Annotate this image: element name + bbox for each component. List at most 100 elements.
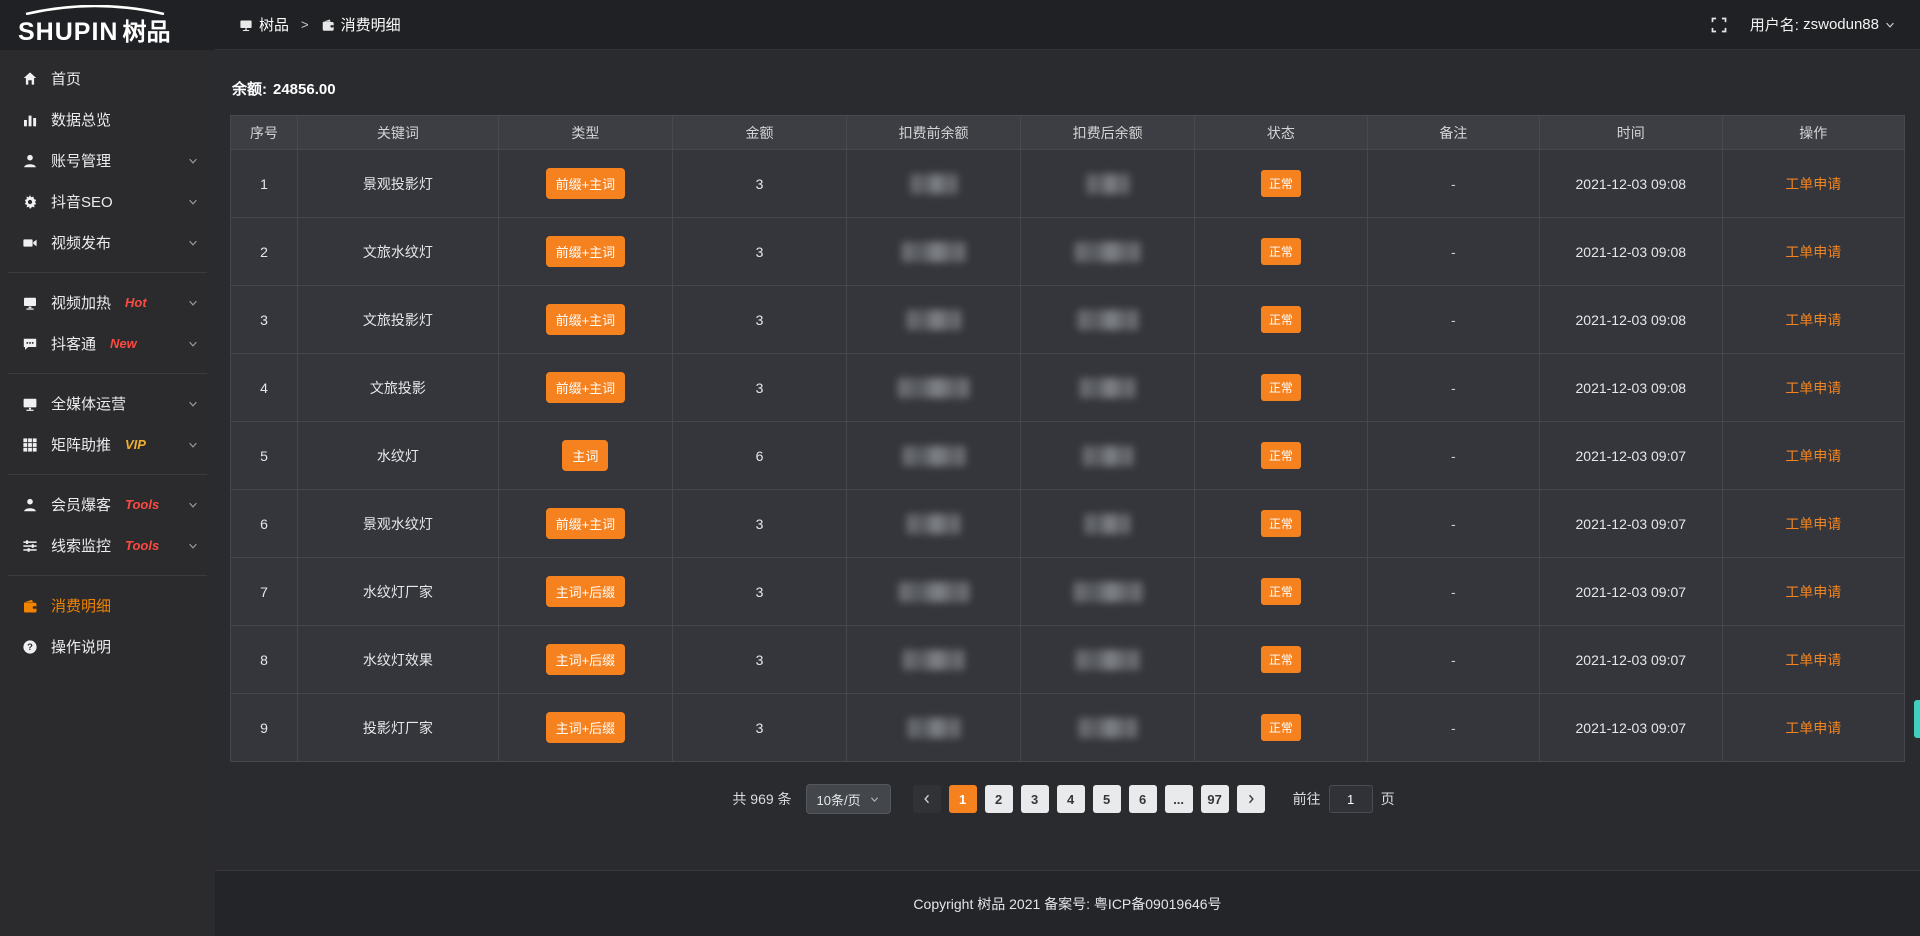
cell-status: 正常 — [1195, 422, 1367, 490]
sidebar-item-label: 账号管理 — [51, 150, 111, 171]
cell-pre-balance — [847, 286, 1021, 354]
type-badge: 前缀+主词 — [546, 236, 626, 267]
cell-type: 主词+后缀 — [498, 626, 672, 694]
floating-widget[interactable] — [1914, 700, 1920, 738]
main-content: 余额:24856.00 序号关键词类型金额扣费前余额扣费后余额状态备注时间操作 … — [215, 50, 1920, 870]
sidebar-item-lead-monitoring[interactable]: 线索监控Tools — [0, 525, 215, 566]
sidebar-item-home[interactable]: 首页 — [0, 58, 215, 99]
column-header: 金额 — [672, 116, 846, 150]
table-row: 1景观投影灯前缀+主词3正常-2021-12-03 09:08工单申请 — [231, 150, 1905, 218]
page-size-select[interactable]: 10条/页 — [806, 784, 891, 814]
cell-status: 正常 — [1195, 694, 1367, 762]
masked-value — [1087, 174, 1129, 194]
sidebar-item-badge: Tools — [125, 497, 159, 512]
sidebar-item-label: 首页 — [51, 68, 81, 89]
cell-time: 2021-12-03 09:07 — [1540, 490, 1722, 558]
cell-post-balance — [1021, 354, 1195, 422]
masked-value — [902, 242, 965, 262]
column-header: 时间 — [1540, 116, 1722, 150]
breadcrumb-item-consumption-details[interactable]: 消费明细 — [321, 14, 401, 35]
column-header: 备注 — [1367, 116, 1539, 150]
sidebar-item-video-heating[interactable]: 视频加热Hot — [0, 282, 215, 323]
page-button-4[interactable]: 4 — [1057, 785, 1085, 813]
work-order-link[interactable]: 工单申请 — [1785, 516, 1841, 532]
sidebar-item-label: 矩阵助推 — [51, 434, 111, 455]
work-order-link[interactable]: 工单申请 — [1785, 584, 1841, 600]
app-logo: SHUPIN树品 — [0, 0, 215, 50]
cell-type: 前缀+主词 — [498, 490, 672, 558]
work-order-link[interactable]: 工单申请 — [1785, 652, 1841, 668]
breadcrumb: 树品 > 消费明细 — [239, 14, 401, 35]
page-button-2[interactable]: 2 — [985, 785, 1013, 813]
page-button-6[interactable]: 6 — [1129, 785, 1157, 813]
pagination-ellipsis[interactable]: ... — [1165, 785, 1193, 813]
page-button-1[interactable]: 1 — [949, 785, 977, 813]
chevron-down-icon — [187, 196, 199, 208]
svg-text:?: ? — [27, 642, 33, 653]
breadcrumb-separator: > — [301, 17, 309, 32]
cell-post-balance — [1021, 422, 1195, 490]
masked-value — [911, 174, 957, 194]
work-order-link[interactable]: 工单申请 — [1785, 312, 1841, 328]
masked-value — [903, 650, 964, 670]
sidebar-item-member-baoke[interactable]: 会员爆客Tools — [0, 484, 215, 525]
sidebar-item-doukertong[interactable]: 抖客通New — [0, 323, 215, 364]
breadcrumb-item-shupin[interactable]: 树品 — [239, 14, 289, 35]
cell-post-balance — [1021, 694, 1195, 762]
status-badge: 正常 — [1261, 374, 1301, 401]
work-order-link[interactable]: 工单申请 — [1785, 176, 1841, 192]
cell-remark: - — [1367, 422, 1539, 490]
chevron-down-icon — [187, 439, 199, 451]
masked-value — [908, 718, 960, 738]
sidebar-item-label: 操作说明 — [51, 636, 111, 657]
page-size-label: 10条/页 — [817, 790, 861, 809]
cell-remark: - — [1367, 558, 1539, 626]
page-button-97[interactable]: 97 — [1201, 785, 1229, 813]
home-icon — [22, 71, 38, 87]
copyright-text: Copyright 树品 2021 备案号: 粤ICP备09019646号 — [913, 894, 1221, 914]
masked-value — [899, 582, 969, 602]
cell-amount: 3 — [672, 626, 846, 694]
cell-remark: - — [1367, 218, 1539, 286]
cell-pre-balance — [847, 626, 1021, 694]
chevron-down-icon — [187, 297, 199, 309]
sidebar-item-douyin-seo[interactable]: 抖音SEO — [0, 181, 215, 222]
work-order-link[interactable]: 工单申请 — [1785, 448, 1841, 464]
masked-value — [903, 446, 965, 466]
sidebar-item-label: 视频发布 — [51, 232, 111, 253]
fullscreen-icon[interactable] — [1710, 16, 1728, 34]
cell-index: 9 — [231, 694, 298, 762]
chevron-down-icon — [869, 794, 880, 805]
prev-page-button[interactable] — [913, 785, 941, 813]
jump-page-input[interactable] — [1329, 785, 1373, 813]
cell-remark: - — [1367, 354, 1539, 422]
sidebar-item-video-publish[interactable]: 视频发布 — [0, 222, 215, 263]
cell-pre-balance — [847, 150, 1021, 218]
work-order-link[interactable]: 工单申请 — [1785, 720, 1841, 736]
sidebar-item-operation-guide[interactable]: ? 操作说明 — [0, 626, 215, 667]
cell-remark: - — [1367, 286, 1539, 354]
page-button-5[interactable]: 5 — [1093, 785, 1121, 813]
cell-time: 2021-12-03 09:08 — [1540, 286, 1722, 354]
arrow-right-icon — [1245, 793, 1257, 805]
status-badge: 正常 — [1261, 442, 1301, 469]
sidebar-item-consumption-details[interactable]: 消费明细 — [0, 585, 215, 626]
sidebar-item-data-overview[interactable]: 数据总览 — [0, 99, 215, 140]
sidebar-item-account-management[interactable]: 账号管理 — [0, 140, 215, 181]
user-dropdown[interactable]: 用户名: zswodun88 — [1750, 14, 1896, 35]
next-page-button[interactable] — [1237, 785, 1265, 813]
work-order-link[interactable]: 工单申请 — [1785, 380, 1841, 396]
masked-value — [1078, 310, 1138, 330]
column-header: 关键词 — [297, 116, 498, 150]
jump-prefix: 前往 — [1293, 789, 1321, 809]
work-order-link[interactable]: 工单申请 — [1785, 244, 1841, 260]
column-header: 序号 — [231, 116, 298, 150]
sidebar-item-all-media-operation[interactable]: 全媒体运营 — [0, 383, 215, 424]
page-button-3[interactable]: 3 — [1021, 785, 1049, 813]
masked-value — [1076, 650, 1139, 670]
breadcrumb-label: 消费明细 — [341, 14, 401, 35]
breadcrumb-label: 树品 — [259, 14, 289, 35]
status-badge: 正常 — [1261, 170, 1301, 197]
sidebar-item-matrix-boost[interactable]: 矩阵助推VIP — [0, 424, 215, 465]
gear-icon — [22, 194, 38, 210]
